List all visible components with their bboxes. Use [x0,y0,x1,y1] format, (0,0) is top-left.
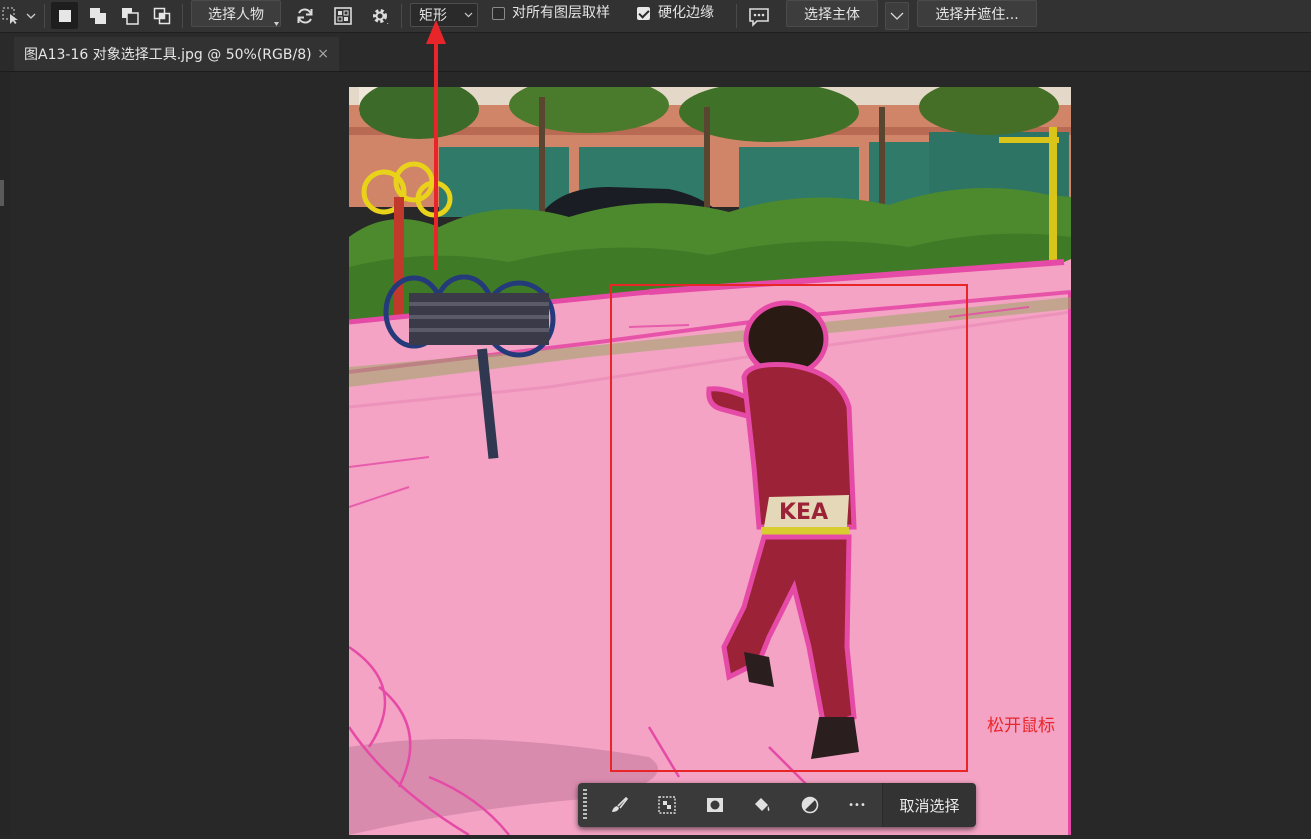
hard-edge-checkbox[interactable] [637,7,650,20]
new-selection-icon[interactable] [51,2,78,29]
panel-handle[interactable] [0,180,4,206]
select-subject-dropdown[interactable] [885,2,909,30]
divider [44,4,45,28]
select-and-mask-button[interactable]: 选择并遮住... [917,0,1037,27]
gear-icon[interactable] [366,3,394,29]
sample-all-layers-label: 对所有图层取样 [512,5,610,21]
tool-preset-picker-icon[interactable] [0,4,22,28]
divider [736,4,737,28]
more-options-icon[interactable]: ••• [846,794,868,816]
document-tab-title: 图A13-16 对象选择工具.jpg @ 50%(RGB/8) [24,47,312,63]
chevron-down-icon [890,12,904,20]
divider [182,4,183,28]
divider [0,71,1311,72]
hard-edge-label: 硬化边缘 [658,5,714,21]
divider [401,4,402,28]
document-tab[interactable]: 图A13-16 对象选择工具.jpg @ 50%(RGB/8) × [14,37,339,71]
left-panel-edge [0,72,10,835]
layer-mask-icon[interactable] [704,794,726,816]
contextual-task-bar: ••• 取消选择 [578,783,976,827]
rectangle-selection-box [610,284,968,772]
chevron-down-icon [464,12,473,18]
drag-handle[interactable] [583,789,587,821]
document-tab-bar: 图A13-16 对象选择工具.jpg @ 50%(RGB/8) × [0,33,1311,71]
chevron-down-icon[interactable] [24,6,38,26]
annotation-arrow [426,20,446,270]
select-subject-button[interactable]: 选择主体 [786,0,878,27]
select-subject-brush-icon[interactable] [608,794,630,816]
options-bar: 选择人物 矩形 对所有图层取样 硬化边缘 选择主体 选择并遮住... [0,0,1311,33]
sample-all-layers-checkbox[interactable] [492,7,505,20]
adjustment-layer-icon[interactable] [799,794,821,816]
refresh-icon[interactable] [292,3,318,29]
feedback-speech-icon[interactable] [746,4,772,30]
invert-selection-icon[interactable] [656,794,678,816]
annotation-label: 松开鼠标 [987,716,1055,736]
deselect-button[interactable]: 取消选择 [882,783,976,827]
subtract-from-selection-icon[interactable] [116,2,143,29]
object-finder-icon[interactable] [330,3,356,29]
intersect-selection-icon[interactable] [148,2,175,29]
close-icon[interactable]: × [317,46,329,62]
corner-triangle-icon [273,21,279,27]
select-person-button[interactable]: 选择人物 [191,0,281,27]
fill-bucket-icon[interactable] [751,794,773,816]
add-to-selection-icon[interactable] [84,2,111,29]
